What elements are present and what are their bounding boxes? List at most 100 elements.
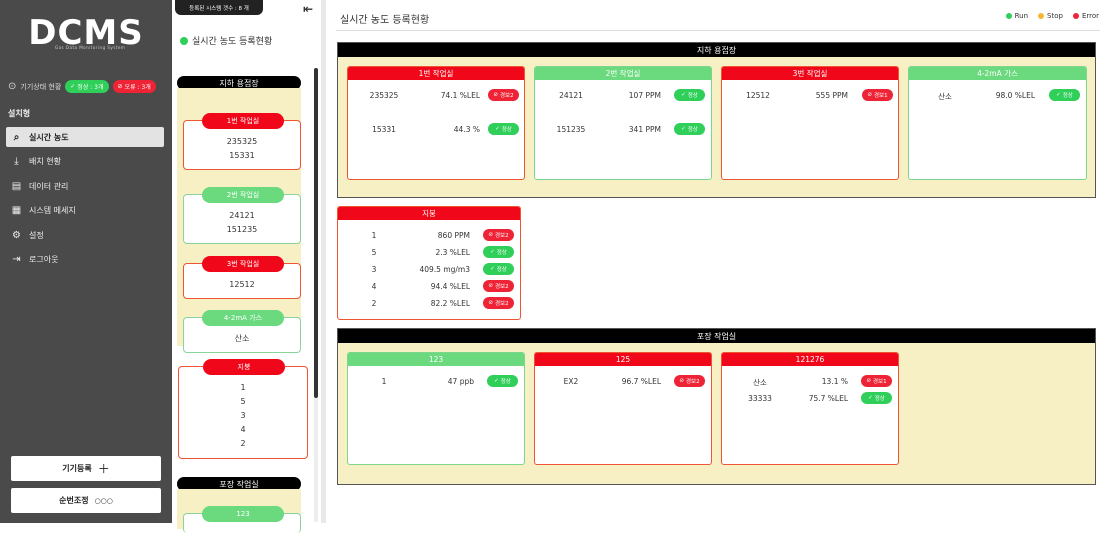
mini-card-room1[interactable]: 1번 작업실 235325 15331 bbox=[183, 113, 301, 170]
document-icon: ▦ bbox=[11, 205, 22, 216]
mini-card-123[interactable]: 123 bbox=[183, 506, 301, 533]
search-icon: ⌕ bbox=[13, 131, 20, 143]
menu-item-data[interactable]: ▤ 데이터 관리 bbox=[6, 176, 164, 196]
group-panel: 123 bbox=[177, 489, 301, 533]
status-text: 정상 bbox=[496, 267, 507, 273]
mini-card-values: 1 5 3 4 2 bbox=[179, 381, 307, 451]
area-header: 지하 용접장 bbox=[338, 43, 1095, 57]
menu-item-settings[interactable]: ⚙ 설정 bbox=[6, 225, 164, 245]
logout-icon: ⇥ bbox=[12, 254, 21, 265]
status-dot-icon bbox=[180, 36, 188, 45]
device-card-121276[interactable]: 121276 산소 13.1 % ⊘ 경보1 33333 75.7 %LEL ✓… bbox=[721, 352, 899, 465]
status-badge: ⊘ 경보1 bbox=[861, 375, 892, 387]
sensor-id: 1 bbox=[371, 231, 377, 240]
sensor-value: 96.7 %LEL bbox=[621, 377, 661, 386]
device-card-room2[interactable]: 2번 작업실 24121 107 PPM ✓ 정상 151235 341 PPM… bbox=[534, 66, 712, 180]
card-header: 121276 bbox=[722, 353, 898, 366]
status-badge: ✓ 정상 bbox=[488, 123, 519, 135]
sensor-value: 44.3 % bbox=[453, 125, 480, 134]
mini-value: 4 bbox=[240, 425, 246, 434]
status-badge: ⊘ 경보1 bbox=[862, 89, 893, 101]
status-badge: ✓ 정상 bbox=[483, 246, 514, 258]
run-dot-icon bbox=[1005, 13, 1012, 19]
mini-card-header: 지붕 bbox=[203, 359, 285, 375]
table-row: 235325 74.1 %LEL ⊘ 경보2 bbox=[348, 89, 524, 105]
device-card-123[interactable]: 123 1 47 ppb ✓ 정상 bbox=[347, 352, 525, 465]
status-text: 정상 bbox=[501, 127, 512, 133]
sidebar-menu: ⌕ 실시간 농도 ⤓ 배치 현황 ▤ 데이터 관리 ▦ 시스템 메세지 ⚙ 설정 ⇥ 로그아… bbox=[6, 127, 164, 274]
sensor-id: 12512 bbox=[746, 91, 770, 100]
mini-card-header: 123 bbox=[202, 506, 284, 522]
system-count-badge: 등록된 시스템 갯수 : 8 개 bbox=[175, 0, 263, 15]
scrollbar-thumb[interactable] bbox=[314, 68, 318, 398]
mid-title-text: 실시간 농도 등록현황 bbox=[192, 37, 273, 47]
mini-card-gas[interactable]: 4-2mA 가스 산소 bbox=[183, 310, 301, 353]
device-card-gas[interactable]: 4-2mA 가스 산소 98.0 %LEL ✓ 정상 bbox=[908, 66, 1087, 180]
normal-count-badge: ✓ 정상 : 3개 bbox=[65, 80, 109, 93]
legend-error: Error bbox=[1072, 12, 1099, 20]
clipboard-icon: ▤ bbox=[11, 180, 22, 192]
mini-card-header: 2번 작업실 bbox=[202, 187, 284, 203]
legend-label: Error bbox=[1081, 12, 1099, 20]
sensor-value: 82.2 %LEL bbox=[430, 299, 470, 308]
sensor-value: 98.0 %LEL bbox=[995, 91, 1035, 100]
table-row: 33333 75.7 %LEL ✓ 정상 bbox=[722, 392, 898, 408]
table-row: 5 2.3 %LEL ✓ 정상 bbox=[338, 246, 520, 262]
menu-label: 시스템 메세지 bbox=[29, 206, 76, 215]
device-status-label: 기기상태 현황 bbox=[20, 82, 62, 91]
mid-title: 실시간 농도 등록현황 bbox=[180, 34, 272, 47]
device-card-room3[interactable]: 3번 작업실 12512 555 PPM ⊘ 경보1 bbox=[721, 66, 899, 180]
card-header: 지붕 bbox=[338, 207, 520, 220]
table-row: 12512 555 PPM ⊘ 경보1 bbox=[722, 89, 898, 105]
register-device-button[interactable]: 기기등록 ＋ bbox=[11, 456, 161, 481]
card-header: 2번 작업실 bbox=[535, 67, 711, 80]
area-packaging: 포장 작업실 123 1 47 ppb ✓ 정상 125 EX2 96.7 %L… bbox=[337, 328, 1096, 485]
main-content: 실시간 농도 등록현황 Run Stop Error 지하 용접장 1번 작업실… bbox=[326, 0, 1107, 523]
menu-item-messages[interactable]: ▦ 시스템 메세지 bbox=[6, 201, 164, 221]
mini-value: 235325 bbox=[226, 137, 258, 146]
group-panel: 1번 작업실 235325 15331 2번 작업실 24121 151235 … bbox=[177, 88, 301, 353]
menu-item-logout[interactable]: ⇥ 로그아웃 bbox=[6, 250, 164, 270]
sensor-id: EX2 bbox=[563, 377, 579, 386]
mini-card-room2[interactable]: 2번 작업실 24121 151235 bbox=[183, 187, 301, 244]
panel-scrollbar[interactable] bbox=[314, 68, 318, 522]
group-packaging: 포장 작업실 123 bbox=[177, 477, 301, 533]
sensor-id: 3 bbox=[371, 265, 377, 274]
status-text: 경보2 bbox=[685, 379, 700, 385]
menu-item-placement[interactable]: ⤓ 배치 현황 bbox=[6, 152, 164, 172]
download-icon: ⤓ bbox=[14, 156, 19, 167]
sensor-id: 5 bbox=[371, 248, 377, 257]
sensor-id: 산소 bbox=[753, 378, 767, 387]
collapse-panel-icon[interactable]: ⇤ bbox=[303, 2, 313, 16]
order-adjust-button[interactable]: 순번조정 ○○○ bbox=[11, 488, 161, 513]
device-card-roof[interactable]: 지붕 1 860 PPM ⊘ 경보2 5 2.3 %LEL ✓ 정상 3 409… bbox=[337, 206, 521, 320]
status-text: 경보2 bbox=[494, 284, 509, 290]
sensor-value: 75.7 %LEL bbox=[808, 394, 848, 403]
status-badge: ✓ 정상 bbox=[483, 263, 514, 275]
status-text: 정상 bbox=[687, 93, 698, 99]
menu-item-realtime[interactable]: ⌕ 실시간 농도 bbox=[6, 127, 164, 147]
table-row: 15331 44.3 % ✓ 정상 bbox=[348, 123, 524, 139]
device-card-125[interactable]: 125 EX2 96.7 %LEL ⊘ 경보2 bbox=[534, 352, 712, 465]
area-header: 포장 작업실 bbox=[338, 329, 1095, 343]
sensor-id: 235325 bbox=[369, 91, 399, 100]
mini-card-roof[interactable]: 지붕 1 5 3 4 2 bbox=[178, 359, 308, 459]
legend-run: Run bbox=[1005, 12, 1028, 20]
mini-card-room3[interactable]: 3번 작업실 12512 bbox=[183, 256, 301, 299]
legend-label: Stop bbox=[1047, 12, 1063, 20]
mini-value: 2 bbox=[240, 439, 246, 448]
status-badge: ✓ 정상 bbox=[487, 375, 518, 387]
sensor-value: 341 PPM bbox=[628, 125, 661, 134]
normal-count-text: 정상 : 3개 bbox=[77, 84, 104, 91]
mini-value: 12512 bbox=[229, 280, 255, 289]
status-badge: ✓ 정상 bbox=[674, 123, 705, 135]
status-text: 경보1 bbox=[872, 379, 887, 385]
table-row: 산소 98.0 %LEL ✓ 정상 bbox=[909, 89, 1086, 105]
mini-card-values: 산소 bbox=[184, 332, 300, 346]
sensor-value: 555 PPM bbox=[815, 91, 848, 100]
status-badge: ⊘ 경보2 bbox=[674, 375, 705, 387]
plus-icon: ＋ bbox=[97, 462, 110, 476]
status-badge: ⊘ 경보2 bbox=[483, 280, 514, 292]
status-badge: ✓ 정상 bbox=[674, 89, 705, 101]
device-card-room1[interactable]: 1번 작업실 235325 74.1 %LEL ⊘ 경보2 15331 44.3… bbox=[347, 66, 525, 180]
